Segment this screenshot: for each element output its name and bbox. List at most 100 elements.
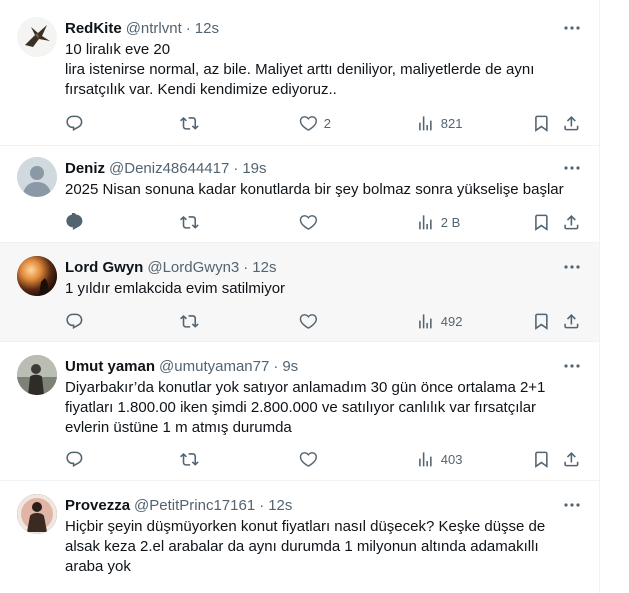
tweet-text: 1 yıldır emlakcida evim satilmiyor xyxy=(65,280,286,297)
retweet-icon xyxy=(180,452,199,466)
user-handle[interactable]: @ntrlvnt xyxy=(126,20,182,37)
reply-button[interactable] xyxy=(65,114,84,133)
user-handle[interactable]: @Deniz48644417 xyxy=(109,160,229,177)
bookmark-icon xyxy=(535,451,548,468)
more-icon[interactable] xyxy=(562,495,582,515)
display-name[interactable]: Umut yaman xyxy=(65,358,155,375)
view-count: 403 xyxy=(440,451,463,467)
tweet-text: Diyarbakır’da konutlar yok satıyor anlam… xyxy=(65,379,550,436)
more-icon[interactable] xyxy=(562,356,582,376)
avatar[interactable] xyxy=(17,494,57,534)
tweet-header: Umut yaman @umutyaman77 · 9s xyxy=(65,356,580,376)
share-button[interactable] xyxy=(562,312,581,331)
tweet-text: Hiçbir şeyin düşmüyorken konut fiyatları… xyxy=(65,518,550,575)
person-photo-avatar-icon xyxy=(17,355,57,395)
retweet-icon xyxy=(180,215,199,229)
share-button[interactable] xyxy=(562,213,581,232)
views-button[interactable]: 492 xyxy=(416,312,462,331)
avatar[interactable] xyxy=(17,256,57,296)
bookmark-icon xyxy=(535,214,548,231)
retweet-button[interactable] xyxy=(180,312,199,331)
bookmark-button[interactable] xyxy=(532,312,551,331)
tweet-actions: 403 xyxy=(65,449,582,469)
bookmark-button[interactable] xyxy=(532,114,551,133)
timestamp[interactable]: 9s xyxy=(282,358,298,375)
tweet[interactable]: Lord Gwyn @LordGwyn3 · 12s 1 yıldır emla… xyxy=(0,243,599,342)
fire-avatar-icon xyxy=(17,256,57,296)
avatar[interactable] xyxy=(17,355,57,395)
view-count: 2 B xyxy=(440,214,461,230)
views-button[interactable]: 2 B xyxy=(416,213,460,232)
display-name[interactable]: Deniz xyxy=(65,160,105,177)
separator-dot: · xyxy=(185,19,191,37)
tweet-actions: 2 821 xyxy=(65,113,582,133)
tweet-header: Lord Gwyn @LordGwyn3 · 12s xyxy=(65,257,580,277)
display-name[interactable]: RedKite xyxy=(65,20,122,37)
share-icon xyxy=(564,451,579,467)
share-icon xyxy=(564,214,579,230)
share-button[interactable] xyxy=(562,450,581,469)
display-name[interactable]: Lord Gwyn xyxy=(65,259,143,276)
like-button[interactable] xyxy=(299,312,324,331)
tweet[interactable]: Umut yaman @umutyaman77 · 9s Diyarbakır’… xyxy=(0,342,599,481)
more-icon[interactable] xyxy=(562,257,582,277)
heart-icon xyxy=(299,313,317,329)
like-button[interactable] xyxy=(299,450,324,469)
bird-avatar-icon xyxy=(17,17,57,57)
reply-icon xyxy=(66,313,83,329)
timestamp[interactable]: 12s xyxy=(252,259,276,276)
like-count: 2 xyxy=(323,115,331,131)
reply-button[interactable] xyxy=(65,450,84,469)
avatar[interactable] xyxy=(17,157,57,197)
separator-dot: · xyxy=(259,496,265,514)
reply-icon xyxy=(66,115,83,131)
views-icon xyxy=(419,214,432,230)
retweet-button[interactable] xyxy=(180,450,199,469)
timeline: RedKite @ntrlvnt · 12s 10 liralık eve 20… xyxy=(0,0,600,593)
view-count: 492 xyxy=(440,313,463,329)
bookmark-button[interactable] xyxy=(532,450,551,469)
heart-icon xyxy=(299,115,317,131)
timestamp[interactable]: 19s xyxy=(242,160,266,177)
tweet-header: Deniz @Deniz48644417 · 19s xyxy=(65,158,580,178)
share-button[interactable] xyxy=(562,114,581,133)
timestamp[interactable]: 12s xyxy=(268,497,292,514)
reply-icon xyxy=(66,212,83,230)
tweet[interactable]: Deniz @Deniz48644417 · 19s 2025 Nisan so… xyxy=(0,146,599,243)
like-button[interactable] xyxy=(299,213,324,232)
reply-button[interactable] xyxy=(65,312,84,331)
retweet-button[interactable] xyxy=(180,114,199,133)
tweet-header: RedKite @ntrlvnt · 12s xyxy=(65,18,580,38)
retweet-button[interactable] xyxy=(180,213,199,232)
user-handle[interactable]: @PetitPrinc17161 xyxy=(134,497,255,514)
bookmark-icon xyxy=(535,115,548,132)
reply-icon xyxy=(66,451,83,467)
views-icon xyxy=(419,451,432,467)
figure-avatar-icon xyxy=(17,494,57,534)
user-handle[interactable]: @LordGwyn3 xyxy=(147,259,239,276)
heart-icon xyxy=(299,214,317,230)
default-avatar-icon xyxy=(17,157,57,197)
tweet-text: 2025 Nisan sonuna kadar konutlarda bir ş… xyxy=(65,181,564,198)
retweet-icon xyxy=(180,116,199,130)
views-button[interactable]: 821 xyxy=(416,114,462,133)
reply-button[interactable] xyxy=(65,212,84,232)
separator-dot: · xyxy=(233,159,239,177)
display-name[interactable]: Provezza xyxy=(65,497,130,514)
tweet-actions: 492 xyxy=(65,311,582,331)
bookmark-button[interactable] xyxy=(532,213,551,232)
more-icon[interactable] xyxy=(562,18,582,38)
tweet[interactable]: Provezza @PetitPrinc17161 · 12s Hiçbir ş… xyxy=(0,481,599,593)
views-button[interactable]: 403 xyxy=(416,450,462,469)
separator-dot: · xyxy=(243,258,249,276)
tweet-text: 10 liralık eve 20 lira istenirse normal,… xyxy=(65,41,535,98)
views-icon xyxy=(419,115,432,131)
avatar[interactable] xyxy=(17,17,57,57)
timestamp[interactable]: 12s xyxy=(195,20,219,37)
user-handle[interactable]: @umutyaman77 xyxy=(159,358,269,375)
retweet-icon xyxy=(180,314,199,328)
like-button[interactable]: 2 xyxy=(299,114,331,133)
tweet[interactable]: RedKite @ntrlvnt · 12s 10 liralık eve 20… xyxy=(0,0,599,146)
tweet-actions: 2 B xyxy=(65,212,582,232)
more-icon[interactable] xyxy=(562,158,582,178)
